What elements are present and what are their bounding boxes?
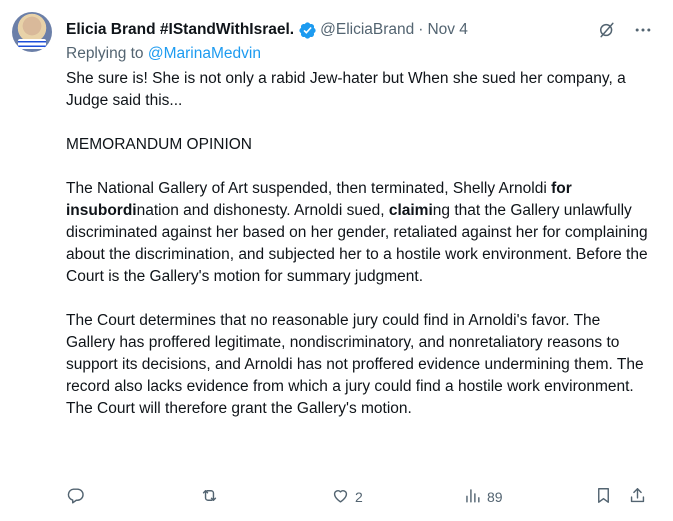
tweet-date[interactable]: Nov 4 [427, 21, 468, 39]
share-icon [628, 486, 647, 508]
text-run: nation and dishonesty. Arnoldi sued, [136, 202, 389, 219]
handle[interactable]: @EliciaBrand [320, 21, 414, 39]
reply-prefix: Replying to [66, 45, 148, 62]
bookmark-icon [594, 486, 613, 508]
bookmark-button[interactable] [594, 485, 613, 509]
views-button[interactable]: 89 [463, 485, 503, 509]
tweet-header: Elicia Brand #IStandWithIsrael. @EliciaB… [66, 19, 653, 41]
views-count: 89 [487, 489, 503, 505]
like-count: 2 [355, 489, 363, 505]
share-button[interactable] [628, 485, 647, 509]
reply-icon [66, 486, 85, 508]
display-name[interactable]: Elicia Brand #IStandWithIsrael. [66, 21, 294, 39]
repost-icon [200, 486, 219, 508]
reply-context: Replying to @MarinaMedvin [66, 45, 261, 63]
highlight-run: in [66, 202, 80, 219]
text-run: The National Gallery of Art suspended, t… [66, 180, 552, 197]
tweet-paragraph-1: She sure is! She is not only a rabid Jew… [66, 70, 626, 109]
like-icon [331, 486, 350, 508]
grok-icon[interactable] [597, 20, 617, 40]
highlight-run: claimi [388, 202, 433, 219]
reply-button[interactable] [66, 485, 90, 509]
avatar[interactable] [12, 12, 52, 52]
verified-badge-icon[interactable] [298, 21, 317, 40]
more-icon[interactable] [633, 20, 653, 40]
like-button[interactable]: 2 [331, 485, 363, 509]
reply-to-mention[interactable]: @MarinaMedvin [148, 45, 261, 62]
separator: · [418, 21, 424, 38]
tweet-text: She sure is! She is not only a rabid Jew… [66, 68, 648, 442]
repost-button[interactable] [200, 485, 224, 509]
tweet-paragraph-4: The Court determines that no reasonable … [66, 312, 644, 417]
tweet-paragraph-3: The National Gallery of Art suspended, t… [66, 178, 648, 288]
highlight-run: for [551, 180, 572, 197]
tweet-paragraph-2: MEMORANDUM OPINION [66, 136, 252, 153]
views-icon [463, 486, 482, 508]
tweet-actions: 2 89 [66, 485, 648, 509]
highlight-run: subordi [79, 202, 137, 219]
